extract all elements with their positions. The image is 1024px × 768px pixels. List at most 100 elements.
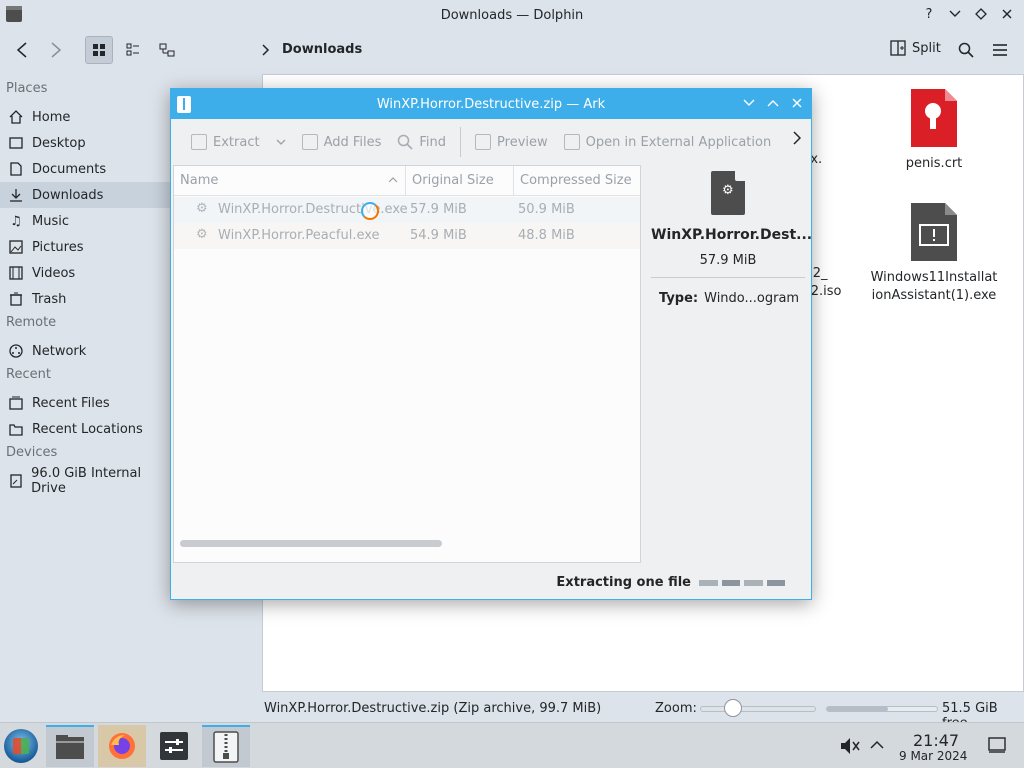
dolphin-app-icon[interactable] [6, 6, 22, 22]
tray-expand-chevron-icon[interactable] [870, 739, 884, 754]
column-divider[interactable] [405, 166, 406, 196]
section-recent: Recent [6, 367, 51, 382]
file-penis-crt[interactable]: penis.crt [869, 89, 999, 173]
compact-view-icon[interactable] [119, 36, 147, 64]
show-desktop-icon[interactable] [988, 737, 1006, 757]
sidebar-item-home[interactable]: Home [0, 104, 172, 130]
places-panel: Places Home Desktop Documents Downloads [0, 78, 172, 496]
column-original-size[interactable]: Original Size [412, 173, 494, 188]
maximize-icon[interactable] [972, 5, 990, 23]
maximize-icon[interactable] [765, 95, 781, 111]
close-icon[interactable] [998, 5, 1016, 23]
find-button[interactable]: Find [389, 127, 454, 157]
sidebar-item-label: Desktop [32, 135, 86, 151]
chevron-down-icon[interactable] [276, 139, 286, 145]
help-icon[interactable]: ? [920, 5, 938, 23]
breadcrumb-downloads[interactable]: Downloads [282, 42, 362, 57]
row-compressed-size: 50.9 MiB [518, 202, 575, 217]
drive-icon [8, 473, 23, 489]
sidebar-item-recent-locations[interactable]: Recent Locations [0, 416, 172, 442]
file-windows11-installer[interactable]: Windows11Installat ionAssistant(1).exe [869, 203, 999, 305]
breadcrumb[interactable]: Downloads [262, 42, 362, 57]
hamburger-menu-icon[interactable] [986, 36, 1014, 64]
ark-toolbar: Extract Add Files Find Preview Open in E… [171, 121, 811, 163]
sidebar-item-label: Recent Locations [32, 421, 143, 437]
picture-icon [8, 239, 24, 255]
info-type-row: Type: Windo...ogram [659, 291, 799, 306]
task-ark[interactable] [202, 725, 250, 767]
zoom-slider-track[interactable] [700, 706, 816, 712]
row-compressed-size: 48.8 MiB [518, 228, 575, 243]
dolphin-toolbar [0, 32, 1024, 72]
column-compressed-size[interactable]: Compressed Size [520, 173, 632, 188]
extract-label: Extract [213, 134, 260, 150]
volume-muted-icon[interactable] [840, 737, 860, 759]
sidebar-item-label: Trash [32, 291, 67, 307]
dolphin-statusbar: WinXP.Horror.Destructive.zip (Zip archiv… [0, 696, 1024, 731]
archive-icon [213, 731, 239, 763]
recent-files-icon [8, 395, 24, 411]
info-file-name: WinXP.Horror.Dest... [651, 227, 813, 243]
add-files-button[interactable]: Add Files [294, 127, 390, 157]
extract-button[interactable]: Extract [183, 127, 294, 157]
sidebar-item-network[interactable]: Network [0, 338, 172, 364]
find-label: Find [419, 134, 447, 150]
clock-date[interactable]: 9 Mar 2024 [899, 749, 967, 763]
sidebar-item-internal-drive[interactable]: 96.0 GiB Internal Drive [0, 466, 172, 496]
sidebar-item-downloads[interactable]: Downloads [0, 182, 172, 208]
info-divider [651, 277, 805, 278]
preview-button[interactable]: Preview [467, 127, 556, 157]
details-view-icon[interactable] [153, 36, 181, 64]
back-icon[interactable] [8, 36, 36, 64]
task-system-settings[interactable] [150, 725, 198, 767]
sidebar-item-desktop[interactable]: Desktop [0, 130, 172, 156]
task-firefox[interactable] [98, 725, 146, 767]
row-name: WinXP.Horror.Destructive.exe [218, 202, 408, 217]
preview-label: Preview [497, 134, 548, 150]
ark-archive-icon[interactable] [177, 96, 191, 113]
sidebar-item-music[interactable]: ♫ Music [0, 208, 172, 234]
application-launcher-icon[interactable] [4, 729, 38, 763]
ark-window-title: WinXP.Horror.Destructive.zip — Ark [376, 96, 606, 112]
column-name[interactable]: Name [180, 173, 218, 188]
table-row[interactable]: ⚙ WinXP.Horror.Peacful.exe 54.9 MiB 48.8… [174, 223, 640, 249]
sidebar-item-label: Music [32, 213, 69, 229]
file-label: penis.crt [905, 156, 963, 171]
sidebar-item-videos[interactable]: Videos [0, 260, 172, 286]
table-row[interactable]: ⚙ WinXP.Horror.Destructive.exe 57.9 MiB … [174, 197, 640, 223]
download-icon [8, 187, 24, 203]
sidebar-item-label: Home [32, 109, 71, 125]
minimize-icon[interactable] [741, 95, 757, 111]
search-icon[interactable] [952, 36, 980, 64]
toolbar-overflow-chevron-icon[interactable] [793, 130, 802, 149]
list-header: Name Original Size Compressed Size [174, 166, 640, 196]
search-icon [398, 134, 413, 150]
minimize-icon[interactable] [946, 5, 964, 23]
info-panel: ⚙ WinXP.Horror.Dest... 57.9 MiB Type: Win… [651, 167, 813, 487]
close-icon[interactable] [789, 95, 805, 111]
open-external-button[interactable]: Open in External Application [556, 127, 780, 157]
certificate-icon [911, 89, 957, 147]
task-dolphin[interactable] [46, 725, 94, 767]
sort-chevron-up-icon[interactable] [388, 177, 398, 183]
sidebar-item-label: Pictures [32, 239, 84, 255]
folder-icon [56, 735, 84, 759]
sidebar-item-documents[interactable]: Documents [0, 156, 172, 182]
extract-icon [191, 134, 207, 150]
add-files-label: Add Files [323, 134, 382, 150]
clock-time[interactable]: 21:47 [913, 731, 959, 750]
sidebar-item-trash[interactable]: Trash [0, 286, 172, 312]
firefox-icon [109, 733, 135, 759]
ark-statusbar: Extracting one file [556, 575, 785, 590]
horizontal-scrollbar[interactable] [180, 540, 442, 547]
column-divider[interactable] [513, 166, 514, 196]
icons-view-icon[interactable] [85, 36, 113, 64]
dolphin-titlebar: Downloads — Dolphin ? [0, 0, 1024, 30]
forward-icon[interactable] [42, 36, 70, 64]
split-button[interactable]: Split [890, 40, 941, 56]
zoom-slider-handle[interactable] [724, 699, 742, 717]
desktop-icon [8, 135, 24, 151]
sidebar-item-pictures[interactable]: Pictures [0, 234, 172, 260]
sidebar-item-recent-files[interactable]: Recent Files [0, 390, 172, 416]
archive-file-list[interactable]: Name Original Size Compressed Size ⚙ Win… [173, 165, 641, 563]
